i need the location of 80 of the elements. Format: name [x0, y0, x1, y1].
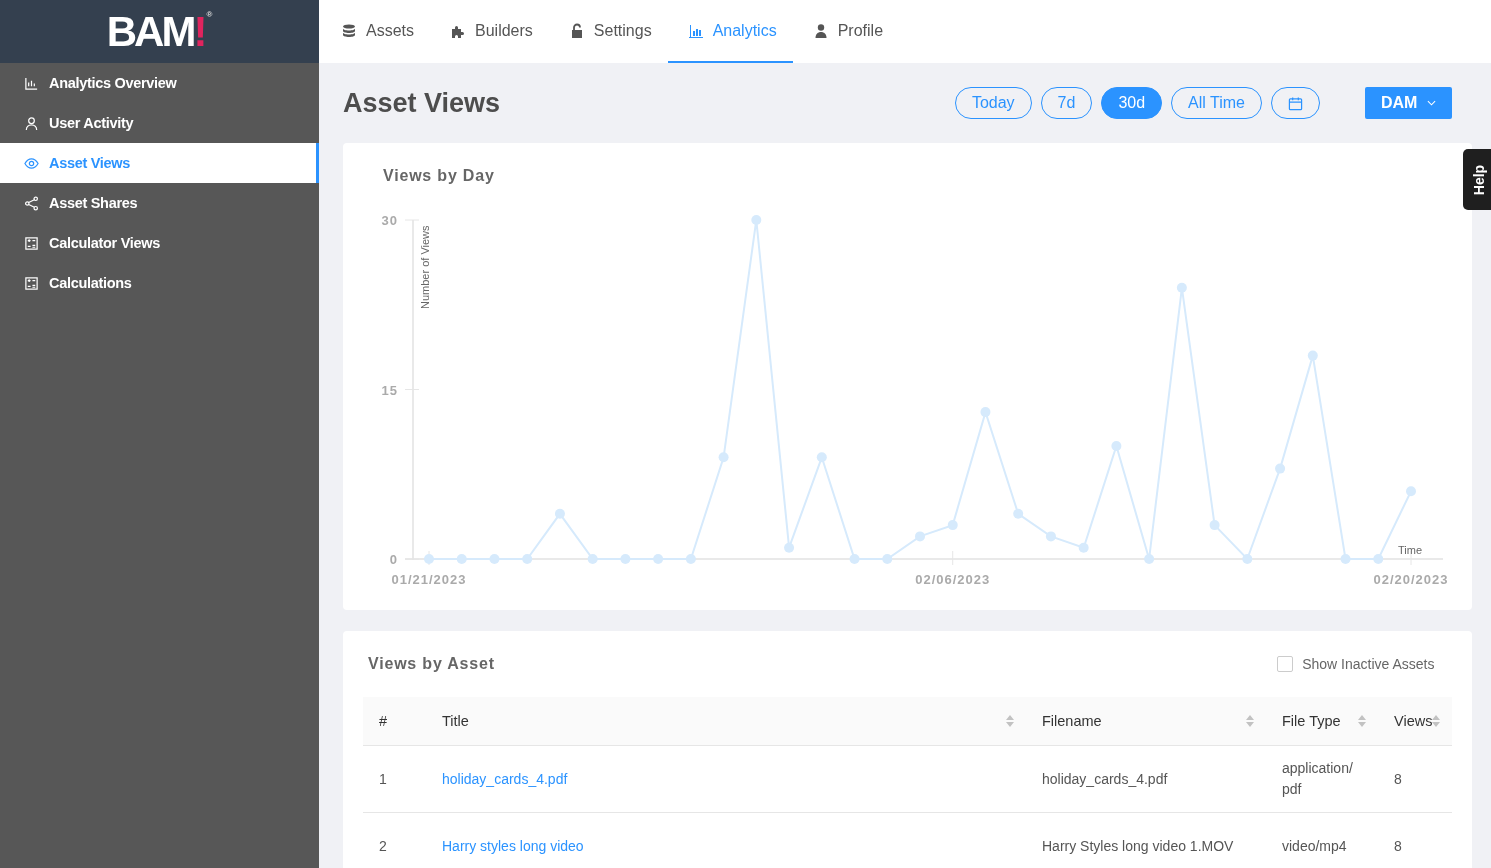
data-point	[1111, 441, 1122, 451]
data-point	[1406, 486, 1416, 497]
x-axis-label: Time	[1398, 544, 1422, 556]
sidebar-item[interactable]: Calculations	[0, 263, 319, 303]
page-title: Asset Views	[343, 87, 502, 119]
calculator-icon	[24, 275, 39, 291]
help-tab[interactable]: Help	[1463, 149, 1491, 210]
nav-tab[interactable]: Builders	[430, 0, 549, 63]
sort-icon	[1246, 715, 1254, 727]
table-cell-text: 8	[1393, 769, 1403, 789]
logo[interactable]: BAM!$^{®}$	[106, 10, 213, 53]
data-point	[489, 554, 500, 564]
data-point	[1307, 350, 1318, 361]
data-point	[1373, 554, 1384, 564]
data-point	[685, 554, 696, 564]
sidebar-item[interactable]: User Activity	[0, 103, 319, 143]
data-point	[1045, 531, 1056, 542]
data-point	[915, 531, 925, 542]
card-title: Views by Day	[383, 167, 496, 185]
data-point	[980, 407, 991, 418]
bar-chart-icon	[687, 22, 704, 39]
table-cell-text: 8	[1393, 836, 1403, 856]
data-point	[751, 215, 762, 225]
table-cell-text: 1	[378, 769, 388, 789]
data-point	[424, 554, 434, 564]
data-point	[1209, 520, 1220, 531]
sidebar-item[interactable]: Asset Shares	[0, 183, 319, 223]
x-tick-label: 02/06/2023	[915, 572, 991, 587]
sort-icon	[1006, 715, 1014, 727]
y-tick-label: 15	[381, 382, 398, 398]
sort-icon	[1358, 715, 1366, 727]
table-cell-text: holiday_cards_4.pdf	[1041, 769, 1169, 789]
nav-tab[interactable]: Settings	[548, 0, 668, 63]
column-header[interactable]: #	[363, 713, 426, 729]
database-icon	[341, 22, 357, 39]
column-header[interactable]: Filename	[1026, 713, 1266, 729]
data-point	[1275, 463, 1286, 474]
column-header[interactable]: File Type	[1266, 713, 1378, 729]
data-point	[718, 452, 729, 463]
calculator-icon	[24, 235, 39, 251]
column-header[interactable]: Title	[426, 713, 1026, 729]
data-point	[620, 554, 631, 564]
data-point	[1144, 554, 1155, 564]
user-icon	[24, 115, 39, 131]
x-tick-label: 01/21/2023	[391, 572, 467, 587]
table-cell-text: video/mp4	[1281, 836, 1348, 856]
bar-chart-icon	[24, 75, 39, 91]
card-title: Views by Asset	[368, 655, 495, 673]
data-point	[653, 554, 664, 564]
data-point	[849, 554, 860, 564]
data-point	[882, 554, 893, 564]
table-cell-text: application/ pdf	[1281, 759, 1354, 799]
data-point	[456, 554, 467, 564]
sidebar-item[interactable]: Analytics Overview	[0, 63, 319, 103]
column-header[interactable]: Views	[1378, 713, 1453, 729]
caret-icon	[1427, 100, 1437, 106]
nav-tab[interactable]: Profile	[792, 0, 900, 63]
data-point	[1340, 554, 1351, 564]
data-point	[816, 452, 827, 463]
data-point	[587, 554, 598, 564]
nav-tab[interactable]: Assets	[321, 0, 430, 63]
data-point	[1078, 542, 1089, 553]
data-point	[554, 508, 565, 519]
data-point	[1013, 508, 1024, 519]
share-icon	[24, 195, 39, 211]
x-tick-label: 02/20/2023	[1373, 572, 1449, 587]
data-point	[1242, 554, 1253, 564]
data-point	[947, 520, 958, 531]
calendar-icon	[1288, 95, 1303, 111]
sidebar-item[interactable]: Calculator Views	[0, 223, 319, 263]
y-tick-label: 0	[389, 552, 398, 567]
table-cell-text: 2	[378, 836, 388, 856]
data-point	[522, 554, 533, 564]
eye-icon	[24, 155, 39, 171]
y-tick-label: 30	[381, 213, 398, 228]
table-cell-text: Harry Styles long video 1.MOV	[1041, 836, 1235, 856]
y-axis-label: Number of Views	[419, 225, 431, 309]
data-point	[1176, 282, 1187, 293]
sort-icon	[1432, 715, 1441, 727]
data-point	[784, 542, 795, 553]
